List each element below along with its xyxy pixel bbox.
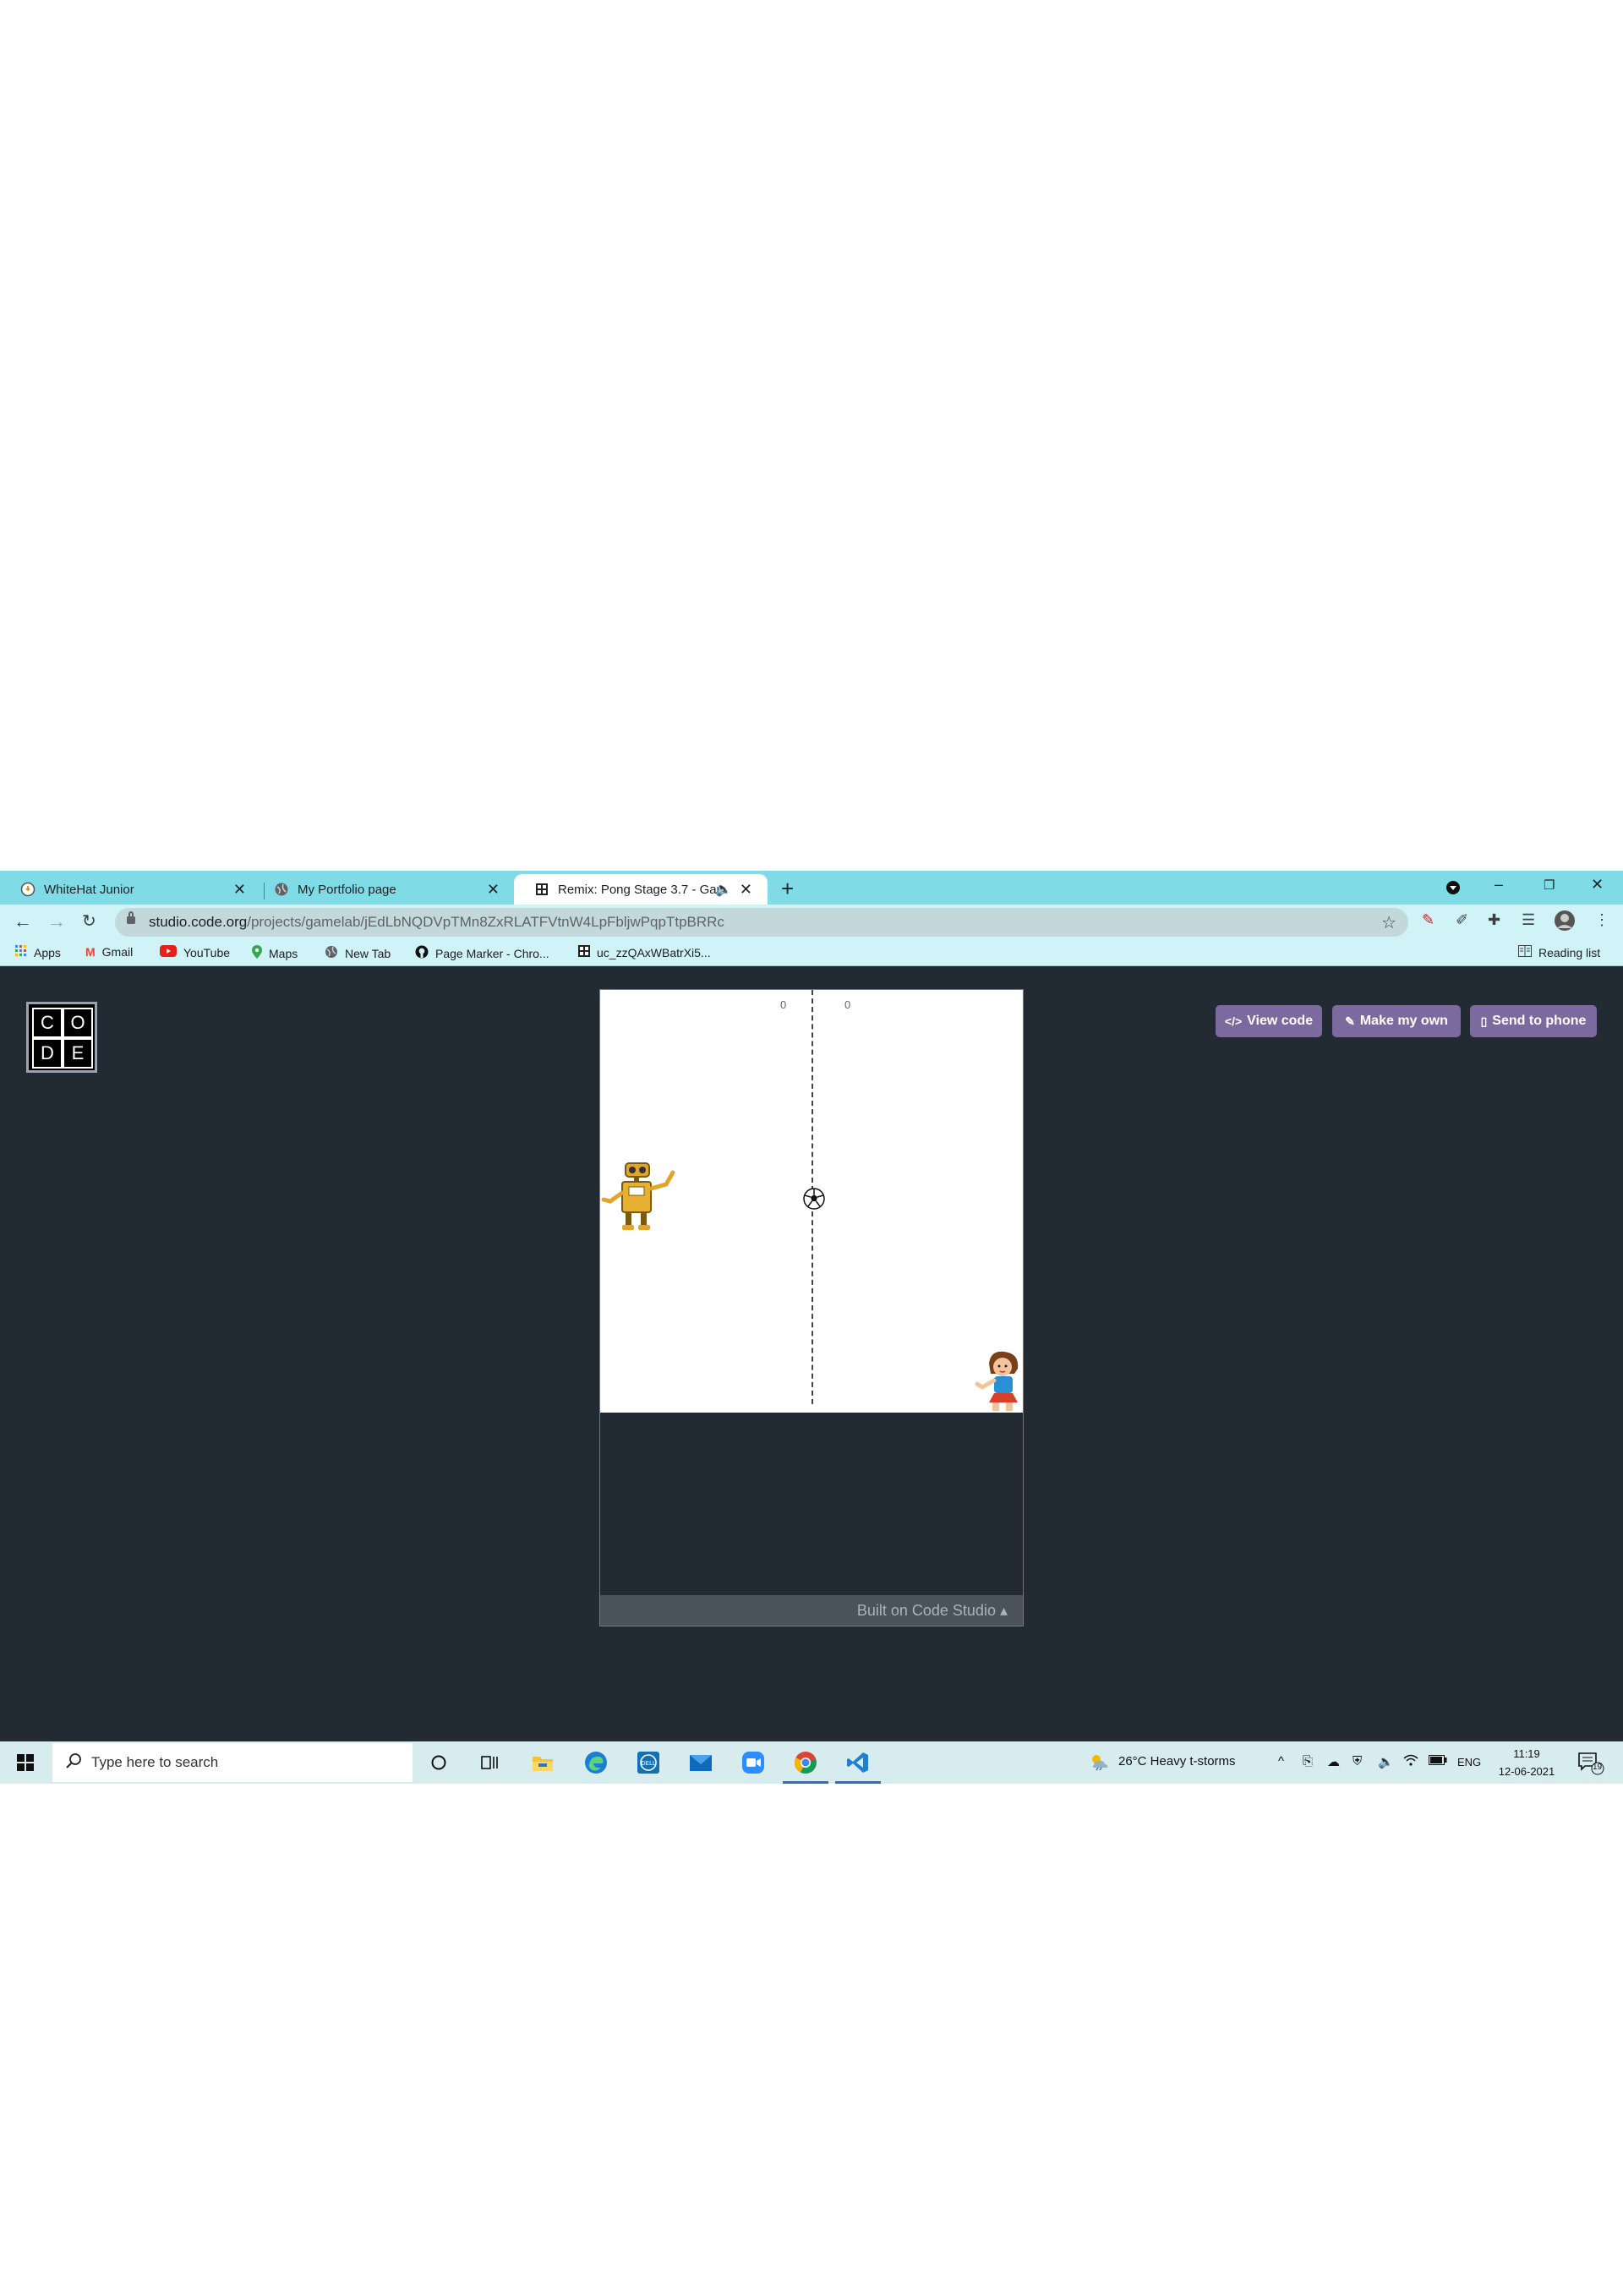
browser-tab-strip: WhiteHat Junior ✕ My Portfolio page ✕ Re… xyxy=(0,871,1623,905)
bookmark-uc-project[interactable]: uc_zzQAxWBatrXi5... xyxy=(578,945,711,959)
minimize-icon[interactable]: – xyxy=(1495,876,1503,894)
bookmark-apps[interactable]: Apps xyxy=(15,945,61,959)
battery-icon[interactable] xyxy=(1429,1754,1447,1768)
score-right: 0 xyxy=(844,998,851,1011)
close-icon[interactable]: ✕ xyxy=(487,882,500,897)
bookmark-star-icon[interactable]: ☆ xyxy=(1381,912,1396,933)
extensions-puzzle-icon[interactable]: ✚ xyxy=(1488,911,1500,929)
notification-count-badge: 19 xyxy=(1593,1763,1603,1772)
dell-app-icon[interactable]: DELL xyxy=(636,1750,661,1775)
device-icon[interactable]: ⎘ xyxy=(1303,1754,1313,1768)
audio-playing-icon[interactable]: 🔈 xyxy=(715,881,732,898)
pen-extension-icon[interactable]: ✎ xyxy=(1422,911,1434,929)
onedrive-cloud-icon[interactable]: ☁ xyxy=(1327,1754,1340,1769)
weather-text[interactable]: 26°C Heavy t-storms xyxy=(1118,1754,1236,1768)
maps-pin-icon xyxy=(252,945,262,961)
windows-taskbar: Type here to search DELL 26°C Heavy t-st… xyxy=(0,1741,1623,1784)
task-view-icon[interactable] xyxy=(478,1750,503,1775)
bookmark-new-tab[interactable]: New Tab xyxy=(325,945,391,961)
globe-icon xyxy=(325,945,338,961)
restore-icon[interactable]: ❐ xyxy=(1544,877,1555,893)
tab-title: My Portfolio page xyxy=(298,882,396,897)
tab-pong-remix[interactable]: Remix: Pong Stage 3.7 - Gam 🔈 ✕ xyxy=(514,874,768,905)
robot-paddle-sprite xyxy=(601,1162,675,1230)
weather-icon[interactable] xyxy=(1089,1752,1109,1774)
codeorg-grid-icon xyxy=(534,882,549,897)
edge-browser-icon[interactable] xyxy=(583,1750,609,1775)
score-left: 0 xyxy=(780,998,787,1011)
bookmark-gmail[interactable]: M Gmail xyxy=(85,945,133,959)
new-tab-button[interactable]: + xyxy=(781,877,794,899)
mail-icon[interactable] xyxy=(688,1750,713,1775)
cortana-icon[interactable] xyxy=(426,1750,451,1775)
game-lab-player: 0 0 Built on Code Studio ▴ xyxy=(599,989,1024,1626)
tab-title: Remix: Pong Stage 3.7 - Gam xyxy=(558,882,719,897)
globe-icon xyxy=(274,882,289,897)
taskbar-search-input[interactable]: Type here to search xyxy=(52,1743,413,1782)
browser-toolbar: ← → ↻ studio.code.org/projects/gamelab/j… xyxy=(0,905,1623,940)
bookmark-maps[interactable]: Maps xyxy=(252,945,298,961)
code-org-logo[interactable]: C O D E xyxy=(26,1002,97,1073)
view-code-button[interactable]: </> View code xyxy=(1216,1005,1322,1037)
reload-icon[interactable]: ↻ xyxy=(82,911,96,932)
profile-avatar[interactable] xyxy=(1554,910,1576,936)
address-bar[interactable]: studio.code.org/projects/gamelab/jEdLbNQ… xyxy=(115,908,1408,937)
zoom-app-icon[interactable] xyxy=(740,1750,766,1775)
edit-icon: ✎ xyxy=(1345,1014,1355,1028)
bookmarks-bar: Apps M Gmail YouTube Maps New Tab Page Ma… xyxy=(0,940,1623,966)
send-to-phone-button[interactable]: ▯ Send to phone xyxy=(1470,1005,1597,1037)
profile-menu-icon[interactable] xyxy=(1445,880,1461,899)
taskbar-clock[interactable]: 11:19 12-06-2021 xyxy=(1483,1745,1571,1780)
back-icon[interactable]: ← xyxy=(14,911,32,932)
chrome-icon[interactable] xyxy=(783,1750,828,1784)
game-canvas[interactable]: 0 0 xyxy=(600,990,1023,1413)
built-on-code-studio-footer[interactable]: Built on Code Studio ▴ xyxy=(600,1595,1023,1626)
lock-icon xyxy=(127,911,135,924)
windows-start-icon[interactable] xyxy=(17,1754,34,1775)
codeorg-grid-icon xyxy=(578,945,590,959)
search-icon xyxy=(64,1752,83,1774)
notification-center-icon[interactable]: 19 xyxy=(1577,1752,1606,1779)
make-my-own-button[interactable]: ✎ Make my own xyxy=(1332,1005,1461,1037)
wifi-icon[interactable] xyxy=(1403,1754,1418,1769)
soccer-ball-sprite xyxy=(803,1188,825,1210)
youtube-icon xyxy=(160,945,177,959)
reading-list-icon xyxy=(1518,945,1532,959)
code-brackets-icon: </> xyxy=(1224,1014,1243,1028)
gmail-icon: M xyxy=(85,945,96,959)
reading-list[interactable]: Reading list xyxy=(1518,945,1600,959)
volume-icon[interactable]: 🔈 xyxy=(1378,1754,1394,1769)
bookmark-page-marker[interactable]: Page Marker - Chro... xyxy=(415,945,549,961)
close-icon[interactable]: ✕ xyxy=(233,882,246,897)
eyedropper-extension-icon[interactable]: ✐ xyxy=(1456,911,1468,929)
girl-paddle-sprite xyxy=(975,1351,1019,1411)
whitehat-icon xyxy=(20,882,36,897)
security-shield-icon[interactable]: ⛨ xyxy=(1352,1754,1362,1768)
show-hidden-icons-chevron-icon[interactable]: ^ xyxy=(1278,1754,1284,1768)
github-icon xyxy=(415,945,429,961)
desktop-screen: WhiteHat Junior ✕ My Portfolio page ✕ Re… xyxy=(0,871,1623,1784)
tab-whitehat-junior[interactable]: WhiteHat Junior ✕ xyxy=(0,874,258,905)
browser-menu-icon[interactable]: ⋮ xyxy=(1594,911,1609,929)
vscode-icon[interactable] xyxy=(835,1750,881,1784)
phone-icon: ▯ xyxy=(1480,1014,1488,1028)
svg-text:DELL: DELL xyxy=(641,1760,656,1767)
apps-grid-icon xyxy=(15,945,27,959)
url-text: studio.code.org/projects/gamelab/jEdLbNQ… xyxy=(149,914,724,930)
language-indicator[interactable]: ENG xyxy=(1457,1756,1481,1768)
window-close-icon[interactable]: ✕ xyxy=(1591,876,1604,894)
code-studio-page: C O D E </> View code ✎ Make my own ▯ Send … xyxy=(0,966,1623,1766)
forward-icon[interactable]: → xyxy=(47,911,66,932)
file-explorer-icon[interactable] xyxy=(530,1750,555,1775)
close-icon[interactable]: ✕ xyxy=(740,882,752,897)
tab-my-portfolio[interactable]: My Portfolio page ✕ xyxy=(254,874,511,905)
media-queue-icon[interactable]: ☰ xyxy=(1522,911,1535,929)
bookmark-youtube[interactable]: YouTube xyxy=(160,945,230,959)
tab-title: WhiteHat Junior xyxy=(44,882,134,897)
